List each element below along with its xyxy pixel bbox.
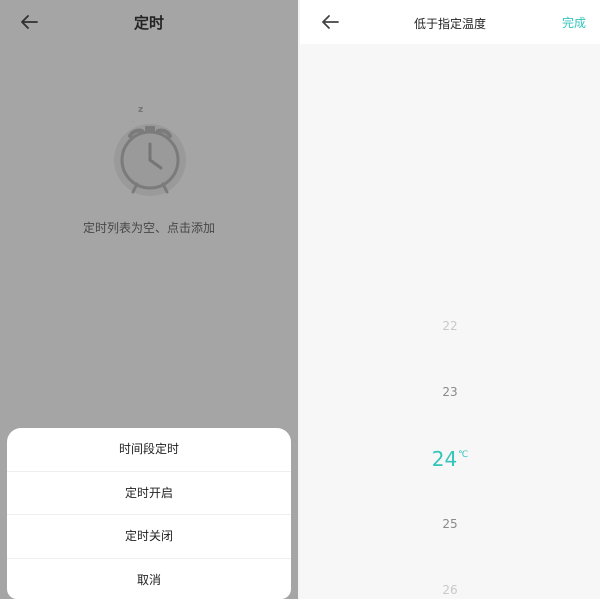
- unit-label: ℃: [458, 450, 469, 460]
- done-button[interactable]: 完成: [562, 14, 586, 31]
- timer-page: 定时 z . 定时列表为空、点击添加 时间段定时 定时开启 定时关闭 取消: [0, 0, 298, 599]
- selected-value: 24: [431, 447, 458, 471]
- action-sheet: 时间段定时 定时开启 定时关闭 取消: [7, 428, 291, 599]
- timer-on-option[interactable]: 定时开启: [7, 472, 291, 515]
- picker-option[interactable]: 23: [300, 385, 600, 399]
- top-bar: 低于指定温度 完成: [300, 0, 600, 44]
- timer-off-option[interactable]: 定时关闭: [7, 515, 291, 559]
- picker-option[interactable]: 25: [300, 517, 600, 531]
- temperature-wheel-picker[interactable]: 22 23 24℃ 25 26: [300, 44, 600, 599]
- time-range-timer-option[interactable]: 时间段定时: [7, 428, 291, 472]
- picker-option[interactable]: 22: [300, 319, 600, 333]
- cancel-button[interactable]: 取消: [7, 559, 291, 599]
- picker-option[interactable]: 26: [300, 583, 600, 597]
- picker-selected-option[interactable]: 24℃: [300, 447, 600, 471]
- page-title: 低于指定温度: [413, 17, 486, 31]
- temperature-picker-page: 低于指定温度 完成 22 23 24℃ 25 26: [300, 0, 600, 599]
